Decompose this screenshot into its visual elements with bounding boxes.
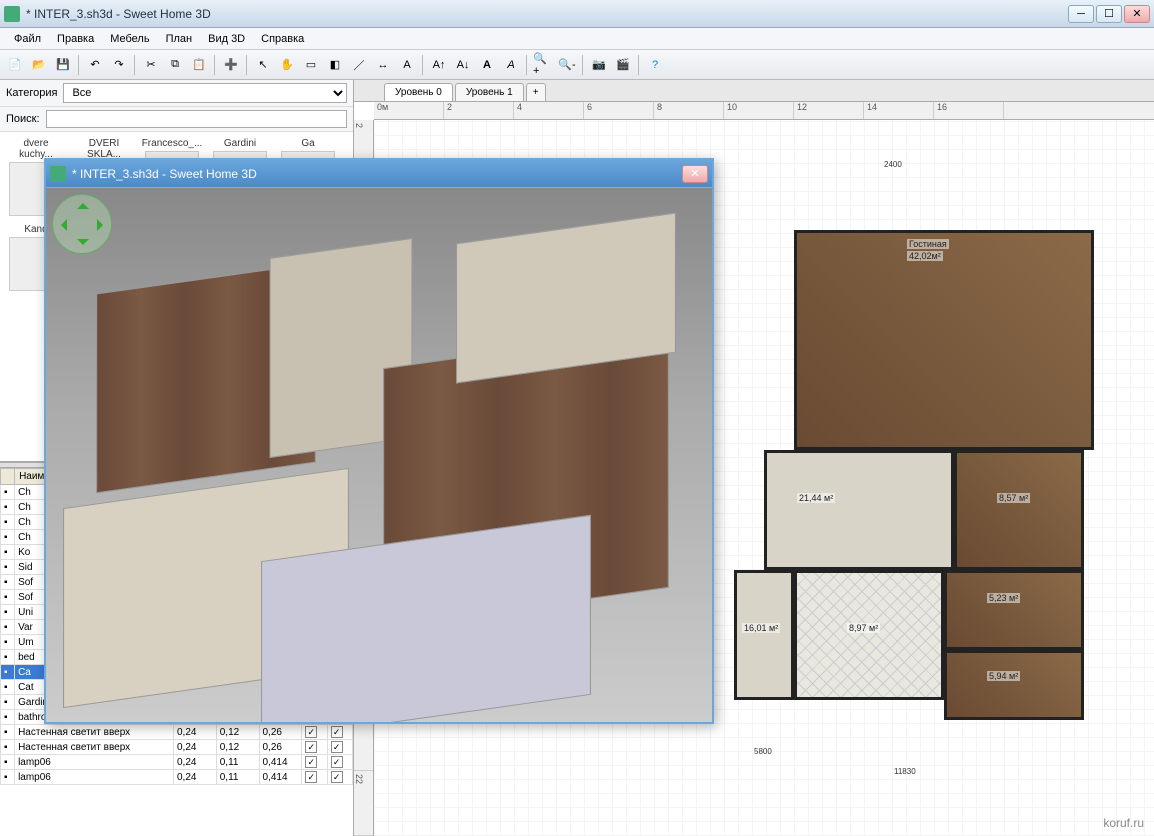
redo-icon[interactable]: ↷ [108,54,130,76]
paste-icon[interactable]: 📋 [188,54,210,76]
table-row[interactable]: ▪Настенная светит вверх0,240,120,26✓✓ [1,725,353,740]
close-button[interactable]: ✕ [1124,5,1150,23]
dimension-icon[interactable]: ↔ [372,54,394,76]
menu-file[interactable]: Файл [6,30,49,48]
window3d-title: * INTER_3.sh3d - Sweet Home 3D [72,167,682,181]
video-icon[interactable]: 🎬 [612,54,634,76]
zoom-out-icon[interactable]: 🔍- [556,54,578,76]
window-3d-view[interactable]: * INTER_3.sh3d - Sweet Home 3D ✕ [44,158,714,724]
menu-view3d[interactable]: Вид 3D [200,30,253,48]
undo-icon[interactable]: ↶ [84,54,106,76]
pan-icon[interactable]: ✋ [276,54,298,76]
tab-add[interactable]: + [526,83,546,101]
open-icon[interactable]: 📂 [28,54,50,76]
text-down-icon[interactable]: A↓ [452,54,474,76]
new-icon[interactable]: 📄 [4,54,26,76]
room-7[interactable]: 5,94 м² [944,650,1084,720]
close-3d-button[interactable]: ✕ [682,165,708,183]
category-select[interactable]: Все [63,83,347,103]
room-3[interactable]: 8,57 м² [954,450,1084,570]
table-row[interactable]: ▪lamp060,240,110,414✓✓ [1,770,353,785]
save-icon[interactable]: 💾 [52,54,74,76]
text-up-icon[interactable]: A↑ [428,54,450,76]
toolbar: 📄 📂 💾 ↶ ↷ ✂ ⧉ 📋 ➕ ↖ ✋ ▭ ◧ ／ ↔ A A↑ A↓ A … [0,50,1154,80]
ruler-horizontal: 0м246810121416 [374,102,1154,120]
category-label: Категория [6,87,57,99]
table-row[interactable]: ▪lamp060,240,110,414✓✓ [1,755,353,770]
zoom-in-icon[interactable]: 🔍+ [532,54,554,76]
menu-help[interactable]: Справка [253,30,312,48]
room-6[interactable]: 8,97 м² [794,570,944,700]
level-tabs: Уровень 0 Уровень 1 + [354,80,1154,102]
help-icon[interactable]: ? [644,54,666,76]
main-titlebar: * INTER_3.sh3d - Sweet Home 3D ─ ☐ ✕ [0,0,1154,28]
room-living[interactable]: Гостиная 42,02м² [794,230,1094,450]
view-3d-canvas[interactable] [46,188,712,722]
menu-plan[interactable]: План [158,30,201,48]
wall-icon[interactable]: ▭ [300,54,322,76]
add-furniture-icon[interactable]: ➕ [220,54,242,76]
cut-icon[interactable]: ✂ [140,54,162,76]
menu-furniture[interactable]: Мебель [102,30,157,48]
maximize-button[interactable]: ☐ [1096,5,1122,23]
tab-level-0[interactable]: Уровень 0 [384,83,453,101]
text-icon[interactable]: A [396,54,418,76]
room-icon[interactable]: ◧ [324,54,346,76]
app-icon [4,6,20,22]
room-2[interactable]: 21,44 м² [764,450,954,570]
select-icon[interactable]: ↖ [252,54,274,76]
room-4[interactable]: 5,23 м² [944,570,1084,650]
menu-edit[interactable]: Правка [49,30,102,48]
menubar: Файл Правка Мебель План Вид 3D Справка [0,28,1154,50]
text-italic-icon[interactable]: A [500,54,522,76]
tab-level-1[interactable]: Уровень 1 [455,83,524,101]
search-input[interactable] [46,110,347,128]
minimize-button[interactable]: ─ [1068,5,1094,23]
text-bold-icon[interactable]: A [476,54,498,76]
search-label: Поиск: [6,113,40,125]
watermark: koruf.ru [1103,816,1144,830]
nav-compass[interactable] [52,194,112,254]
app-icon [50,166,66,182]
copy-icon[interactable]: ⧉ [164,54,186,76]
camera-icon[interactable]: 📷 [588,54,610,76]
table-row[interactable]: ▪Настенная светит вверх0,240,120,26✓✓ [1,740,353,755]
room-5[interactable]: 16,01 м² [734,570,794,700]
window-title: * INTER_3.sh3d - Sweet Home 3D [26,7,1068,21]
line-icon[interactable]: ／ [348,54,370,76]
